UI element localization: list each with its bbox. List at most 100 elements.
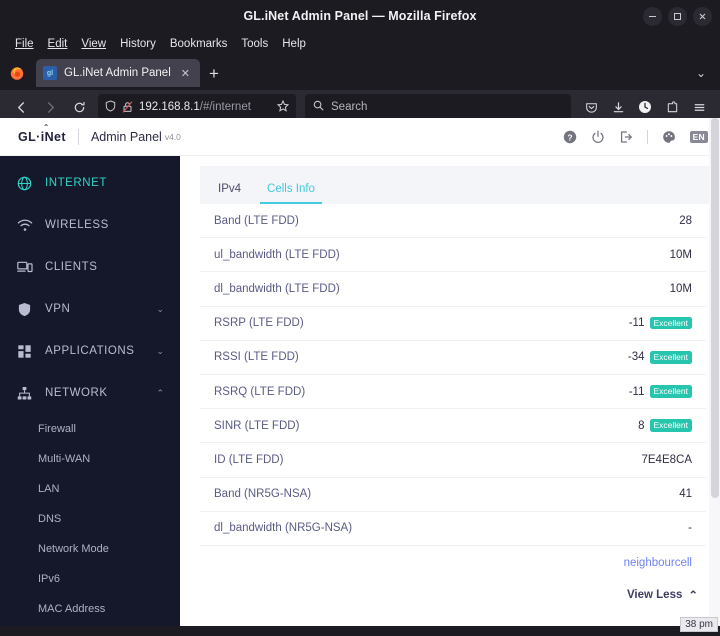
row-label: RSSI (LTE FDD) (214, 351, 299, 364)
new-tab-button[interactable]: + (200, 65, 228, 82)
table-row: SINR (LTE FDD) 8 Excellent (200, 409, 706, 444)
sidebar-sublabel-mac-address: MAC Address (38, 603, 106, 615)
row-value: - (688, 522, 692, 535)
sidebar-caret-vpn[interactable]: ⌄ (156, 304, 164, 315)
menu-view[interactable]: View (74, 36, 113, 52)
menu-help[interactable]: Help (275, 36, 313, 52)
help-icon[interactable]: ? (563, 130, 577, 144)
view-less-label: View Less (626, 589, 683, 602)
minimize-button[interactable] (643, 6, 662, 26)
sidebar-subitem-mac-address[interactable]: MAC Address (0, 594, 180, 624)
tab-ipv4[interactable]: IPv4 (218, 183, 241, 204)
brand-logo[interactable]: GL· ⌃ i Net (18, 123, 66, 146)
view-less-button[interactable]: View Less ⌃ (200, 580, 712, 602)
row-value: 7E4E8CA (641, 453, 692, 466)
url-bar[interactable]: 192.168.8.1/#/internet (98, 94, 296, 120)
page-scrollbar[interactable] (709, 118, 720, 636)
sidebar-sublabel-lan: LAN (38, 483, 60, 495)
table-row: ID (LTE FDD) 7E4E8CA (200, 443, 706, 478)
account-icon[interactable] (632, 94, 658, 120)
downloads-icon[interactable] (605, 94, 631, 120)
row-label: RSRQ (LTE FDD) (214, 385, 306, 398)
clock-tooltip: 38 pm (680, 617, 718, 632)
shield-icon (16, 302, 33, 317)
gl-inet-admin-panel: GL· ⌃ i Net Admin Panel v4.0 ? EN INTERN… (0, 118, 720, 636)
search-placeholder: Search (331, 101, 368, 113)
sidebar-sublabel-firewall: Firewall (38, 423, 76, 435)
menu-edit[interactable]: Edit (41, 36, 75, 52)
sidebar-item-clients[interactable]: CLIENTS (0, 246, 180, 288)
sidebar-item-network[interactable]: NETWORK ⌃ (0, 372, 180, 414)
row-value-group: -34 Excellent (628, 351, 692, 364)
pocket-save-icon[interactable] (578, 94, 604, 120)
sidebar-caret-applications[interactable]: ⌄ (156, 346, 164, 357)
table-row: Band (NR5G-NSA) 41 (200, 478, 706, 512)
row-label: ul_bandwidth (LTE FDD) (214, 248, 340, 261)
logout-icon[interactable] (619, 130, 633, 144)
sidebar-subitem-firewall[interactable]: Firewall (0, 414, 180, 444)
menu-bookmarks[interactable]: Bookmarks (163, 36, 235, 52)
insecure-lock-icon[interactable] (122, 101, 133, 113)
language-badge[interactable]: EN (689, 130, 708, 143)
search-bar[interactable]: Search (305, 94, 571, 120)
sidebar-subitem-ipv6[interactable]: IPv6 (0, 564, 180, 594)
neighbourcell-link[interactable]: neighbourcell (624, 557, 692, 569)
sidebar-caret-network[interactable]: ⌃ (156, 388, 164, 399)
brand-net-text: Net (44, 129, 66, 144)
row-label: Band (NR5G-NSA) (214, 488, 312, 501)
menu-file[interactable]: File (8, 36, 41, 52)
chevron-up-icon: ⌃ (688, 590, 698, 603)
sidebar-label-network: NETWORK (45, 387, 108, 399)
app-menu-hamburger-icon[interactable] (686, 94, 712, 120)
reload-button[interactable] (66, 94, 92, 120)
sidebar-subitem-dns[interactable]: DNS (0, 504, 180, 534)
url-path: /#/internet (199, 101, 251, 113)
tab-close-icon[interactable]: ✕ (178, 67, 193, 80)
sidebar-subitem-multi-wan[interactable]: Multi-WAN (0, 444, 180, 474)
bookmark-star-icon[interactable] (276, 99, 290, 115)
row-value: -34 (627, 351, 645, 364)
scrollbar-thumb[interactable] (710, 118, 719, 498)
power-icon[interactable] (591, 130, 605, 144)
firefox-window: GL.iNet Admin Panel — Mozilla Firefox Fi… (0, 0, 720, 636)
theme-icon[interactable] (662, 130, 676, 144)
brand-antenna-icon: ⌃ i (40, 123, 50, 146)
sidebar-item-wireless[interactable]: WIRELESS (0, 204, 180, 246)
row-value: -11 (628, 385, 645, 398)
tab-cells-info[interactable]: Cells Info (260, 183, 322, 204)
sidebar-subitem-lan[interactable]: LAN (0, 474, 180, 504)
browser-tab[interactable]: gl GL.iNet Admin Panel ✕ (36, 59, 200, 87)
tracking-shield-icon[interactable] (105, 99, 116, 115)
url-text: 192.168.8.1/#/internet (139, 101, 251, 113)
maximize-button[interactable] (668, 6, 687, 26)
search-icon (313, 98, 324, 116)
brand-i-text: i (40, 129, 45, 144)
sidebar-subitem-network-mode[interactable]: Network Mode (0, 534, 180, 564)
wifi-icon (16, 218, 33, 233)
row-label: Band (LTE FDD) (214, 214, 299, 227)
table-row: ul_bandwidth (LTE FDD) 10M (200, 238, 706, 273)
menu-history[interactable]: History (113, 36, 163, 52)
row-value: 28 (679, 214, 692, 227)
header-divider (77, 128, 79, 145)
app-body: INTERNET WIRELESS CLIENTS VPN ⌄ APPLICAT… (0, 156, 720, 636)
tab-list-chevron-down-icon[interactable]: ⌄ (696, 66, 706, 80)
sidebar-item-applications[interactable]: APPLICATIONS ⌄ (0, 330, 180, 372)
close-button[interactable] (693, 6, 712, 26)
window-title: GL.iNet Admin Panel — Mozilla Firefox (243, 9, 477, 23)
forward-button[interactable] (37, 94, 63, 120)
menu-tools[interactable]: Tools (234, 36, 275, 52)
row-label: RSRP (LTE FDD) (214, 317, 304, 330)
sidebar-item-vpn[interactable]: VPN ⌄ (0, 288, 180, 330)
extensions-icon[interactable] (659, 94, 685, 120)
cells-info-rows: Band (LTE FDD) 28 ul_bandwidth (LTE FDD)… (200, 204, 712, 580)
back-button[interactable] (8, 94, 34, 120)
app-header: GL· ⌃ i Net Admin Panel v4.0 ? EN (0, 118, 720, 156)
toolbar-icons (578, 94, 712, 120)
sidebar-item-internet[interactable]: INTERNET (0, 162, 180, 204)
table-row: dl_bandwidth (LTE FDD) 10M (200, 272, 706, 307)
menu-view-label: View (81, 38, 107, 50)
menu-file-label: File (15, 38, 34, 50)
sidebar-label-applications: APPLICATIONS (45, 345, 135, 357)
status-badge: Excellent (649, 385, 692, 398)
